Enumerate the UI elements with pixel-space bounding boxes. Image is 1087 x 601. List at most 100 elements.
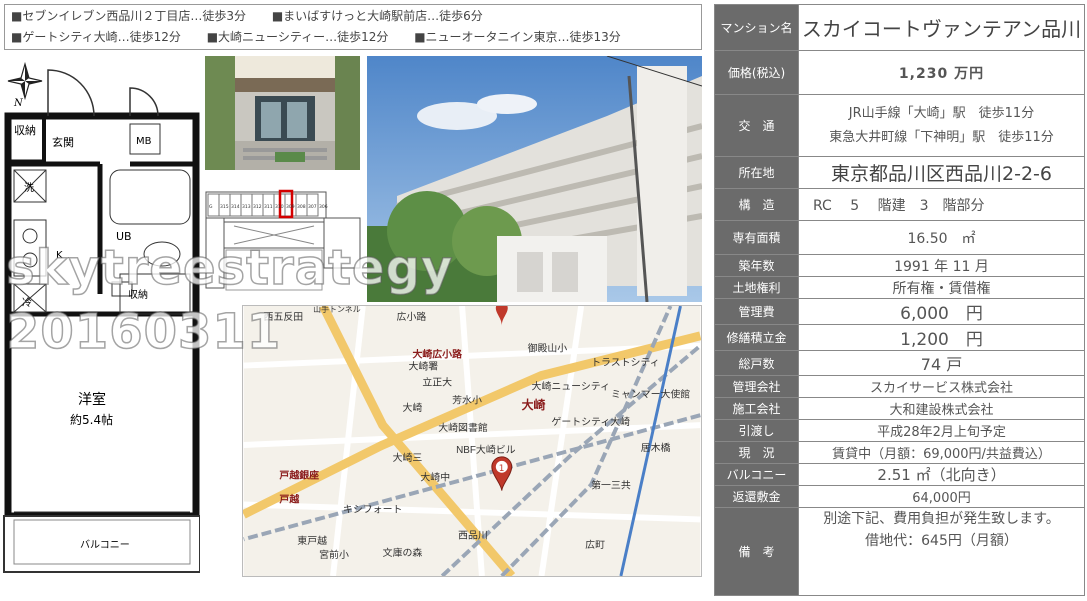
map-label: 広町 bbox=[585, 538, 605, 551]
nearby-item: ■セブンイレブン西品川２丁目店…徒歩3分 bbox=[11, 9, 246, 23]
floor-diagram-unit-label: 311 bbox=[264, 204, 273, 210]
map-label: 大崎署 bbox=[408, 360, 438, 373]
balcony-label: バルコニー bbox=[80, 539, 130, 551]
balcony-label: バルコニー bbox=[714, 463, 799, 486]
area-label: 専有面積 bbox=[714, 220, 799, 255]
map-label: 文庫の森 bbox=[383, 546, 423, 559]
map-label: 戸越銀座 bbox=[279, 469, 319, 482]
nearby-facilities: ■セブンイレブン西品川２丁目店…徒歩3分 ■まいばすけっと大崎駅前店…徒歩6分 … bbox=[4, 4, 702, 50]
property-info-table: マンション名 スカイコートヴァンテアン品川 価格(税込) 1,230 万円 交 … bbox=[714, 4, 1085, 596]
address: 東京都品川区西品川2-2-6 bbox=[798, 156, 1085, 189]
map-label: NBF大崎ビル bbox=[456, 443, 516, 456]
floor-diagram-unit-label: 315 bbox=[220, 204, 229, 210]
access-cell: JR山手線「大崎」駅 徒歩11分 東急大井町線「下神明」駅 徒歩11分 bbox=[798, 94, 1085, 157]
mgmt-fee-label: 管理費 bbox=[714, 298, 799, 325]
area: 16.50 ㎡ bbox=[798, 220, 1085, 255]
floor-diagram-unit-label: 309 bbox=[286, 204, 295, 210]
map-label: 東戸越 bbox=[297, 534, 327, 547]
floor-diagram-unit-label: 313 bbox=[242, 204, 251, 210]
nearby-item: ■ゲートシティ大崎…徒歩12分 bbox=[11, 30, 181, 44]
remarks-cell: 別途下記、費用負担が発生致します。 借地代：645円（月額） bbox=[798, 507, 1085, 596]
map-pin-label: 1 bbox=[499, 464, 505, 474]
map-label: 宮前小 bbox=[319, 548, 349, 561]
nearby-row-1: ■セブンイレブン西品川２丁目店…徒歩3分 ■まいばすけっと大崎駅前店…徒歩6分 bbox=[11, 6, 695, 27]
repair-fund-label: 修繕積立金 bbox=[714, 324, 799, 351]
wash-label: 洗 bbox=[24, 182, 34, 194]
builder-label: 施工会社 bbox=[714, 397, 799, 420]
mgmt-fee: 6,000 円 bbox=[798, 298, 1085, 325]
nearby-item: ■大崎ニューシティー…徒歩12分 bbox=[206, 30, 389, 44]
floor-diagram-unit-label: G bbox=[209, 204, 213, 210]
status: 賃貸中（月額：69,000円/共益費込） bbox=[798, 441, 1085, 464]
repair-fund: 1,200 円 bbox=[798, 324, 1085, 351]
map-label: 戸越 bbox=[279, 493, 299, 506]
floor-diagram-unit-label: 306 bbox=[319, 204, 328, 210]
floor-diagram-unit-label: 314 bbox=[231, 204, 240, 210]
built-label: 築年数 bbox=[714, 254, 799, 277]
map-label: 大崎 bbox=[522, 398, 546, 412]
land-label: 土地権利 bbox=[714, 276, 799, 299]
built: 1991 年 11 月 bbox=[798, 254, 1085, 277]
map-label: 大崎三 bbox=[393, 451, 423, 464]
map-label: 大崎 bbox=[403, 401, 423, 414]
area-map: 西五反田 山手トンネル 広小路 大崎広小路 大崎署 立正大 御殿山小 大崎ニュー… bbox=[242, 305, 702, 577]
nearby-item: ■まいばすけっと大崎駅前店…徒歩6分 bbox=[271, 9, 483, 23]
name-label: マンション名 bbox=[714, 4, 799, 51]
map-label: ゲートシティ大崎 bbox=[551, 415, 630, 428]
map-label: 大崎中 bbox=[420, 471, 450, 484]
handover-label: 引渡し bbox=[714, 419, 799, 442]
remarks-label: 備 考 bbox=[714, 507, 799, 596]
watermark-line-1: skytreestrategy bbox=[5, 239, 454, 297]
handover: 平成28年2月上旬予定 bbox=[798, 419, 1085, 442]
storage-label: 収納 bbox=[14, 124, 36, 137]
map-label: 第一三共 bbox=[591, 479, 631, 492]
compass-icon bbox=[7, 61, 43, 101]
remarks-line: 別途下記、費用負担が発生致します。 bbox=[823, 511, 1060, 527]
map-label: キシフォート bbox=[343, 504, 402, 515]
room-name: 洋室 bbox=[78, 391, 106, 408]
entrance-photo bbox=[205, 56, 360, 170]
map-label: 居木橋 bbox=[641, 441, 671, 454]
mgmt-company: スカイサービス株式会社 bbox=[798, 375, 1085, 398]
deposit-label: 返還敷金 bbox=[714, 485, 799, 508]
map-label: 広小路 bbox=[397, 310, 427, 323]
map-label: 大崎図書館 bbox=[438, 421, 488, 434]
land: 所有権・賃借権 bbox=[798, 276, 1085, 299]
deposit: 64,000円 bbox=[798, 485, 1085, 508]
total-units: 74 戸 bbox=[798, 350, 1085, 376]
mgmt-company-label: 管理会社 bbox=[714, 375, 799, 398]
map-label: 御殿山小 bbox=[528, 342, 568, 355]
status-label: 現 況 bbox=[714, 441, 799, 464]
map-label: ミャンマー大使館 bbox=[611, 387, 690, 400]
nearby-row-2: ■ゲートシティ大崎…徒歩12分 ■大崎ニューシティー…徒歩12分 ■ニューオータ… bbox=[11, 27, 695, 48]
access-label: 交 通 bbox=[714, 94, 799, 157]
map-label: 大崎ニューシティ bbox=[532, 379, 610, 392]
map-label: 芳水小 bbox=[452, 393, 482, 406]
floor-diagram-unit-label: 310 bbox=[275, 204, 284, 210]
map-label: 大崎広小路 bbox=[412, 348, 462, 361]
access-line: 東急大井町線「下神明」駅 徒歩11分 bbox=[829, 129, 1054, 145]
map-label: 西品川 bbox=[458, 529, 488, 541]
address-label: 所在地 bbox=[714, 156, 799, 189]
structure-label: 構 造 bbox=[714, 188, 799, 221]
builder: 大和建設株式会社 bbox=[798, 397, 1085, 420]
watermark-line-2: 20160311 bbox=[5, 303, 282, 361]
structure: RC 5 階建 3 階部分 bbox=[798, 188, 1085, 221]
total-units-label: 総戸数 bbox=[714, 350, 799, 376]
map-label: 立正大 bbox=[422, 375, 452, 388]
access-line: JR山手線「大崎」駅 徒歩11分 bbox=[848, 105, 1035, 121]
remarks-line: 借地代：645円（月額） bbox=[865, 533, 1018, 549]
map-label: 山手トンネル bbox=[313, 305, 361, 314]
floor-diagram-unit-label: 312 bbox=[253, 204, 262, 210]
mb-label: MB bbox=[136, 136, 152, 147]
floor-diagram-unit-label: 307 bbox=[308, 204, 317, 210]
entrance-label: 玄関 bbox=[52, 135, 74, 149]
price-label: 価格(税込) bbox=[714, 50, 799, 95]
price: 1,230 万円 bbox=[798, 50, 1085, 95]
property-name: スカイコートヴァンテアン品川 bbox=[798, 4, 1085, 51]
nearby-item: ■ニューオータニイン東京…徒歩13分 bbox=[414, 30, 621, 44]
floor-diagram-unit-label: 308 bbox=[297, 204, 306, 210]
balcony-info: 2.51 ㎡（北向き） bbox=[798, 463, 1085, 486]
map-label: トラストシティ bbox=[591, 357, 660, 369]
compass-label: N bbox=[13, 98, 24, 109]
